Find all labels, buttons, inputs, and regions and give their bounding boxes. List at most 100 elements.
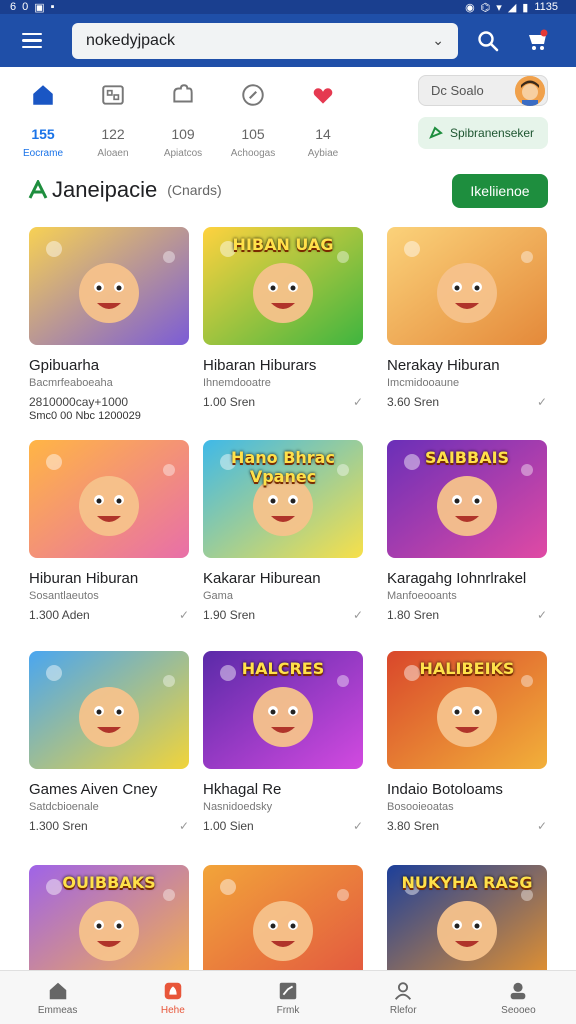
nav-account[interactable]: Seooeo <box>461 971 576 1024</box>
nav-profile[interactable]: Rlefor <box>346 971 461 1024</box>
profile-pill-label: Dc Soalo <box>431 83 484 98</box>
game-meta: 3.60 Sren ✓ <box>387 395 547 409</box>
game-thumbnail[interactable]: Hano Bhrac Vpanec <box>203 440 363 558</box>
check-icon: ✓ <box>536 608 547 622</box>
game-category: Manfoeooants <box>387 590 457 602</box>
category-tab-home[interactable]: 155 Eocrame <box>8 70 78 162</box>
game-thumbnail[interactable] <box>29 227 189 345</box>
game-card[interactable] <box>203 865 363 983</box>
game-name: Hiburan Hiburan <box>29 570 139 587</box>
game-meta: 1.00 Sren ✓ <box>203 395 363 409</box>
game-category: Bacmrfeaboeaha <box>29 377 113 389</box>
game-name: Indaio Botoloams <box>387 781 503 798</box>
nav-label: Frmk <box>276 1004 300 1016</box>
game-meta: 1.80 Sren ✓ <box>387 608 547 622</box>
game-name: Kakarar Hiburean <box>203 570 321 587</box>
game-thumbnail[interactable]: NUKYHA RASG <box>387 865 547 983</box>
avatar[interactable] <box>515 75 545 106</box>
chevron-down-icon[interactable]: ⌄ <box>432 32 444 49</box>
search-button[interactable] <box>468 21 508 61</box>
game-card[interactable]: SAIBBAIS Karagahg Iohnrlrakel Manfoeooants… <box>387 440 547 622</box>
game-meta: 3.80 Sren ✓ <box>387 819 547 833</box>
category-tab-apps[interactable]: 122 Aloaen <box>78 70 148 162</box>
notification-icon: ▪ <box>50 1 55 13</box>
game-thumbnail[interactable] <box>29 651 189 769</box>
cart-button[interactable] <box>518 21 558 61</box>
game-card[interactable]: Hano Bhrac Vpanec Kakarar Hiburean Gama 1.9… <box>203 440 363 622</box>
game-card[interactable]: Gpibuarha Bacmrfeaboeaha 2810000cay+1000 Sm… <box>29 227 189 422</box>
game-category: Ihnemdooatre <box>203 377 271 389</box>
check-icon: ✓ <box>536 819 547 833</box>
home-icon <box>49 982 66 999</box>
game-meta: 1.300 Aden ✓ <box>29 608 189 622</box>
game-card[interactable]: OUIBBAKS <box>29 865 189 983</box>
game-price: 3.80 Sren <box>387 819 440 833</box>
game-price: 1.00 Sien <box>203 819 254 833</box>
game-category: Gama <box>203 590 233 602</box>
check-icon: ✓ <box>178 819 189 833</box>
search-bar[interactable]: ⌄ <box>72 22 458 59</box>
game-meta: 1.00 Sien ✓ <box>203 819 363 833</box>
spinner-pill[interactable]: Spibranenseker <box>418 117 548 149</box>
game-name: Nerakay Hiburan <box>387 357 500 374</box>
game-thumbnail[interactable] <box>203 865 363 983</box>
status-icon: 0 <box>22 1 29 13</box>
game-name: Karagahg Iohnrlrakel <box>387 570 527 587</box>
vibrate-icon: ⌬ <box>480 1 491 14</box>
clock: 1135 <box>534 1 558 13</box>
account-icon <box>511 982 526 999</box>
check-icon: ✓ <box>352 608 363 622</box>
menu-button[interactable] <box>14 23 50 59</box>
top-app-bar: ⌄ <box>0 14 576 67</box>
game-price: 1.00 Sren <box>203 395 256 409</box>
category-label: Eocrame <box>22 148 63 159</box>
game-meta: 2810000cay+1000 <box>29 395 189 409</box>
game-card[interactable]: Hiburan Hiburan Sosantlaeutos 1.300 Aden ✓ <box>29 440 189 622</box>
section-subtitle: (Cnards) <box>167 182 222 198</box>
alarm-icon: ◉ <box>465 1 475 14</box>
category-count: 105 <box>241 126 265 142</box>
status-bar: 6 0 ▣ ▪ ◉ ⌬ ▾ ◢ ▮ 1135 <box>0 0 576 14</box>
category-label: Aybiae <box>307 148 339 159</box>
game-card[interactable]: HIBAN UAG Hibaran Hiburars Ihnemdooatre 1.0… <box>203 227 363 409</box>
section-title: Janeipacie <box>52 177 158 202</box>
game-thumbnail[interactable]: SAIBBAIS <box>387 440 547 558</box>
game-price: 2810000cay+1000 <box>29 395 129 409</box>
flame-icon <box>164 982 182 999</box>
game-category: Satdcbioenale <box>29 801 99 813</box>
game-thumbnail[interactable]: HALIBEIKS <box>387 651 547 769</box>
game-card[interactable]: HALIBEIKS Indaio Botoloams Bosooieoatas 3.8… <box>387 651 547 833</box>
category-tab-games[interactable]: 109 Apiatcos <box>148 70 218 162</box>
search-input[interactable] <box>86 31 406 50</box>
category-tab-favorites[interactable]: 14 Aybiae <box>288 70 358 162</box>
game-card[interactable]: Games Aiven Cney Satdcbioenale 1.300 Sren ✓ <box>29 651 189 833</box>
cart-icon <box>529 29 548 50</box>
game-card[interactable]: Nerakay Hiburan Imcmidooaune 3.60 Sren ✓ <box>387 227 547 409</box>
game-thumbnail[interactable]: HIBAN UAG <box>203 227 363 345</box>
category-label: Achoogas <box>230 148 276 159</box>
compass-icon <box>218 74 288 116</box>
section-action-button[interactable]: Ikeliienoe <box>452 174 548 208</box>
profile-pill[interactable]: Dc Soalo <box>418 75 548 106</box>
game-card[interactable]: NUKYHA RASG <box>387 865 547 983</box>
game-price: 1.300 Aden <box>29 608 90 622</box>
notification-icon: ▣ <box>34 1 45 14</box>
category-count: 109 <box>171 126 195 142</box>
nav-home[interactable]: Emmeas <box>0 971 115 1024</box>
nav-charts[interactable]: Frmk <box>230 971 345 1024</box>
game-thumbnail[interactable] <box>387 227 547 345</box>
category-tab-explore[interactable]: 105 Achoogas <box>218 70 288 162</box>
game-card[interactable]: HALCRES Hkhagal Re Nasnidoedsky 1.00 Sien ✓ <box>203 651 363 833</box>
category-count: 14 <box>315 126 331 142</box>
logo-icon <box>28 180 48 199</box>
game-title-art: Hano Bhrac Vpanec <box>231 448 335 486</box>
game-thumbnail[interactable]: HALCRES <box>203 651 363 769</box>
nav-hot[interactable]: Hehe <box>115 971 230 1024</box>
game-title-art: HALCRES <box>241 659 325 678</box>
check-icon: ✓ <box>352 819 363 833</box>
home-icon <box>8 74 78 116</box>
game-thumbnail[interactable] <box>29 440 189 558</box>
game-meta: 1.90 Sren ✓ <box>203 608 363 622</box>
nav-label: Hehe <box>160 1004 185 1016</box>
game-thumbnail[interactable]: OUIBBAKS <box>29 865 189 983</box>
